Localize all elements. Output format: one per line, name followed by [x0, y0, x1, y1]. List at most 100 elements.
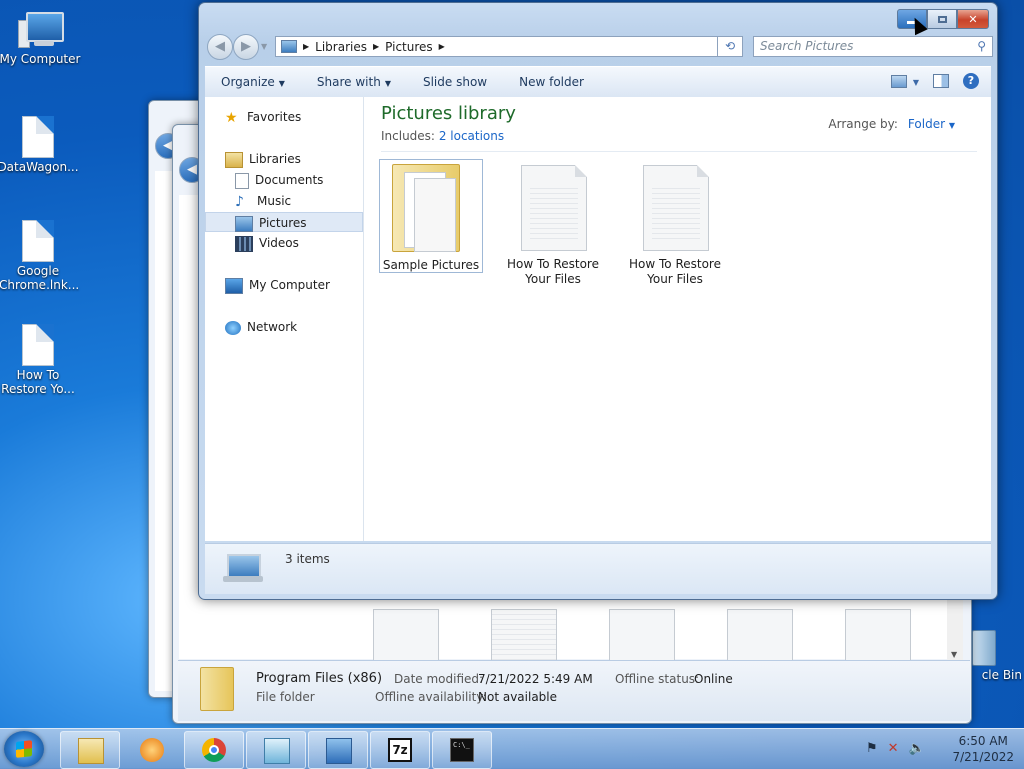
- taskbar-chrome[interactable]: [184, 731, 244, 769]
- file-item-sample-pictures[interactable]: Sample Pictures: [379, 159, 483, 273]
- breadcrumb-arrow-icon[interactable]: ▶: [439, 42, 445, 51]
- volume-icon[interactable]: 🔈: [909, 741, 925, 756]
- clock-time: 6:50 AM: [958, 734, 1008, 748]
- close-icon: ✕: [968, 12, 978, 26]
- navigation-pane: ★ Favorites Libraries Documents ♪ Music Pi…: [205, 97, 364, 541]
- divider: [381, 151, 977, 152]
- arrange-by: Arrange by: Folder ▼: [828, 117, 955, 131]
- nav-label: My Computer: [249, 278, 330, 292]
- notepad-file-icon[interactable]: [373, 609, 439, 665]
- recent-pages-icon[interactable]: ▼: [261, 42, 267, 51]
- network-disconnected-icon[interactable]: ✕: [888, 741, 899, 756]
- breadcrumb-arrow-icon[interactable]: ▶: [303, 42, 309, 51]
- nav-network[interactable]: Network: [205, 317, 383, 337]
- nav-label: Favorites: [247, 110, 302, 124]
- file-item-how-to-restore-2[interactable]: How To Restore Your Files: [623, 159, 727, 286]
- new-folder-button[interactable]: New folder: [503, 75, 600, 89]
- back-button[interactable]: ◀: [207, 34, 233, 60]
- scrollbar[interactable]: ▼: [947, 595, 963, 665]
- star-icon: ★: [225, 109, 238, 126]
- nav-label: Videos: [259, 236, 299, 250]
- recycle-bin-icon: [972, 630, 996, 666]
- preview-pane-icon: [933, 74, 949, 89]
- search-input[interactable]: Search Pictures ⚲: [753, 36, 993, 57]
- explorer-window-pictures[interactable]: ✕ ◀ ▶ ▼ ▶ Libraries ▶ Pictures ▶ ▼ ⟲ Sea…: [198, 2, 998, 600]
- forward-button[interactable]: ▶: [233, 34, 259, 60]
- desktop-icon-label: Google Chrome.lnk...: [0, 264, 80, 292]
- maximize-icon: [937, 15, 947, 23]
- change-view-button[interactable]: ▼: [890, 74, 919, 88]
- share-with-label: Share with: [316, 75, 381, 89]
- slide-show-button[interactable]: Slide show: [407, 75, 503, 89]
- breadcrumb-pictures[interactable]: Pictures: [385, 40, 433, 54]
- folder-icon: [200, 667, 234, 711]
- breadcrumb-libraries[interactable]: Libraries: [315, 40, 367, 54]
- nav-favorites[interactable]: ★ Favorites: [205, 107, 383, 127]
- taskbar-notepad[interactable]: [246, 731, 306, 769]
- library-title: Pictures library: [381, 103, 516, 124]
- library-laptop-icon: [223, 554, 263, 584]
- nav-my-computer[interactable]: My Computer: [205, 275, 383, 295]
- taskbar-explorer[interactable]: [60, 731, 120, 769]
- taskbar-command-prompt[interactable]: C:\_: [432, 731, 492, 769]
- document-file-icon[interactable]: [491, 609, 557, 665]
- control-panel-icon: [326, 738, 352, 764]
- nav-libraries[interactable]: Libraries: [205, 149, 383, 169]
- close-button[interactable]: ✕: [957, 9, 989, 29]
- documents-icon: [235, 172, 249, 189]
- notepad-document-icon: [22, 324, 54, 366]
- details-type: File folder: [256, 690, 315, 704]
- breadcrumb-arrow-icon[interactable]: ▶: [373, 42, 379, 51]
- windows-logo-icon: [16, 740, 32, 758]
- computer-icon: [18, 10, 64, 50]
- videos-icon: [235, 235, 253, 252]
- date-modified-label: Date modified:: [394, 672, 484, 686]
- nav-pictures[interactable]: Pictures: [205, 212, 363, 232]
- desktop-icon-how-to-restore[interactable]: How To Restore Yo...: [0, 324, 80, 396]
- notepad-file-icon[interactable]: [845, 609, 911, 665]
- refresh-button[interactable]: ⟲: [717, 36, 743, 57]
- folder-icon: [392, 164, 460, 252]
- arrange-by-label: Arrange by:: [828, 117, 898, 131]
- taskbar-7zip[interactable]: 7z: [370, 731, 430, 769]
- details-name: Program Files (x86): [256, 671, 383, 686]
- offline-status-value: Online: [694, 672, 733, 686]
- nav-label: Music: [257, 194, 292, 208]
- help-icon[interactable]: ?: [963, 73, 979, 89]
- nav-label: Network: [247, 320, 298, 334]
- search-icon[interactable]: ⚲: [977, 37, 986, 56]
- folder-icon: [78, 738, 104, 764]
- media-player-icon: [140, 738, 164, 762]
- maximize-button[interactable]: [927, 9, 957, 29]
- refresh-icon: ⟲: [724, 39, 736, 53]
- action-center-icon[interactable]: ⚑: [866, 741, 878, 756]
- notepad-file-icon[interactable]: [609, 609, 675, 665]
- clock[interactable]: 6:50 AM 7/21/2022: [952, 733, 1014, 765]
- file-item-how-to-restore-1[interactable]: How To Restore Your Files: [501, 159, 605, 286]
- notepad-file-icon[interactable]: [727, 609, 793, 665]
- taskbar-media-player[interactable]: [122, 731, 182, 769]
- start-button[interactable]: [4, 731, 44, 767]
- command-bar: Organize ▼ Share with ▼ Slide show New fol…: [205, 66, 991, 98]
- chevron-down-icon: ▼: [912, 78, 919, 87]
- computer-icon: [225, 277, 243, 294]
- taskbar-control-panel[interactable]: [308, 731, 368, 769]
- preview-pane-button[interactable]: [933, 74, 949, 89]
- file-list-pane[interactable]: Pictures library Includes: 2 locations A…: [365, 97, 991, 541]
- desktop-icon-datawagon[interactable]: DataWagon...: [0, 116, 80, 174]
- desktop-icon-chrome-lnk[interactable]: Google Chrome.lnk...: [0, 220, 80, 292]
- desktop-icon-label: DataWagon...: [0, 160, 79, 174]
- date-modified-value: 7/21/2022 5:49 AM: [478, 672, 593, 686]
- address-bar[interactable]: ▶ Libraries ▶ Pictures ▶ ▼: [275, 36, 737, 57]
- chevron-down-icon: ▼: [278, 79, 285, 88]
- nav-label: Libraries: [249, 152, 301, 166]
- item-count: 3 items: [285, 552, 330, 566]
- share-with-button[interactable]: Share with ▼: [301, 75, 407, 89]
- arrange-by-dropdown[interactable]: Folder ▼: [908, 117, 955, 131]
- organize-button[interactable]: Organize ▼: [205, 75, 301, 89]
- file-name: How To Restore Your Files: [629, 257, 721, 286]
- desktop-icon-my-computer[interactable]: My Computer: [0, 10, 82, 66]
- desktop-icon-label: My Computer: [0, 52, 81, 66]
- locations-link[interactable]: 2 locations: [439, 129, 504, 143]
- system-tray: ⚑ ✕ 🔈: [866, 741, 925, 756]
